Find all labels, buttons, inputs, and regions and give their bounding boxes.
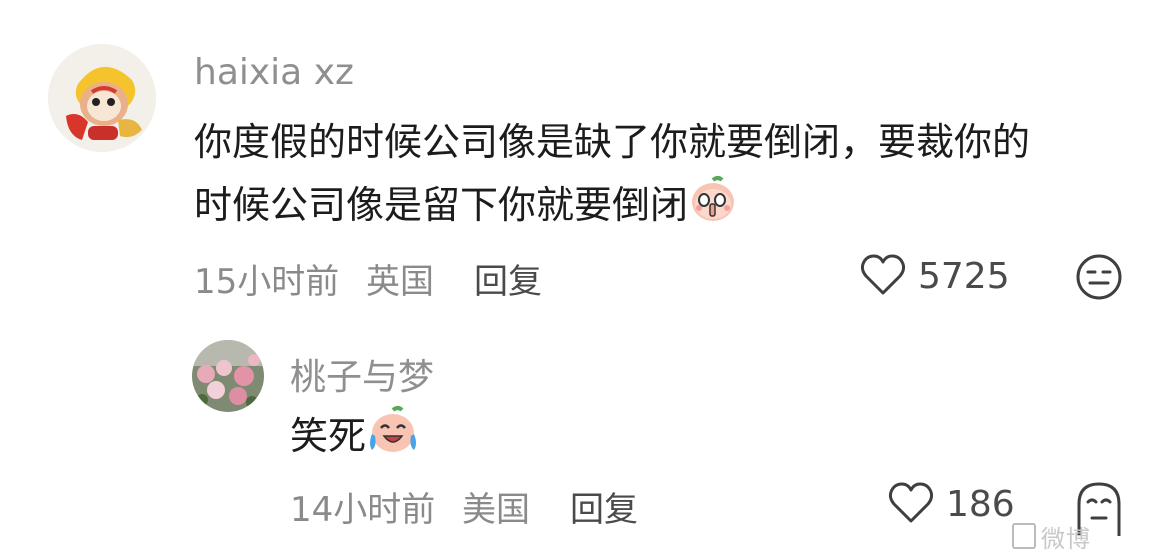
reply-comment: 桃子与梦 笑死 14小时前 美国 回复 186 <box>0 320 1170 560</box>
peach-shush-emoji <box>688 174 738 241</box>
comment-text: 时候公司像是留下你就要倒闭 <box>194 183 689 227</box>
timestamp: 15小时前 <box>194 262 340 302</box>
like-count: 5725 <box>918 256 1010 297</box>
location: 英国 <box>366 262 434 302</box>
avatar[interactable] <box>48 44 156 152</box>
avatar[interactable] <box>192 340 264 412</box>
weibo-watermark: 微博 <box>1012 518 1164 554</box>
heart-icon[interactable] <box>888 481 934 525</box>
comment-text: 笑死 <box>290 414 367 458</box>
comment: haixia xz 你度假的时候公司像是缺了你就要倒闭，要裁你的 时候公司像是留… <box>0 0 1170 320</box>
comment-text-line: 时候公司像是留下你就要倒闭 <box>194 174 738 241</box>
location: 美国 <box>462 490 530 530</box>
reply-button[interactable]: 回复 <box>570 482 638 531</box>
username[interactable]: 桃子与梦 <box>290 348 434 400</box>
comment-text-line: 笑死 <box>290 404 420 473</box>
timestamp: 14小时前 <box>290 490 436 530</box>
peach-laugh-cry-emoji <box>366 404 420 473</box>
like-count: 186 <box>946 484 1015 525</box>
meh-face-icon[interactable] <box>1075 253 1123 301</box>
watermark-logo-icon <box>1012 523 1036 549</box>
username[interactable]: haixia xz <box>194 52 354 93</box>
watermark-text: 微博 <box>1041 524 1091 553</box>
heart-icon[interactable] <box>860 253 906 297</box>
comment-text-line: 你度假的时候公司像是缺了你就要倒闭，要裁你的 <box>194 120 1031 164</box>
reply-button[interactable]: 回复 <box>474 254 542 303</box>
